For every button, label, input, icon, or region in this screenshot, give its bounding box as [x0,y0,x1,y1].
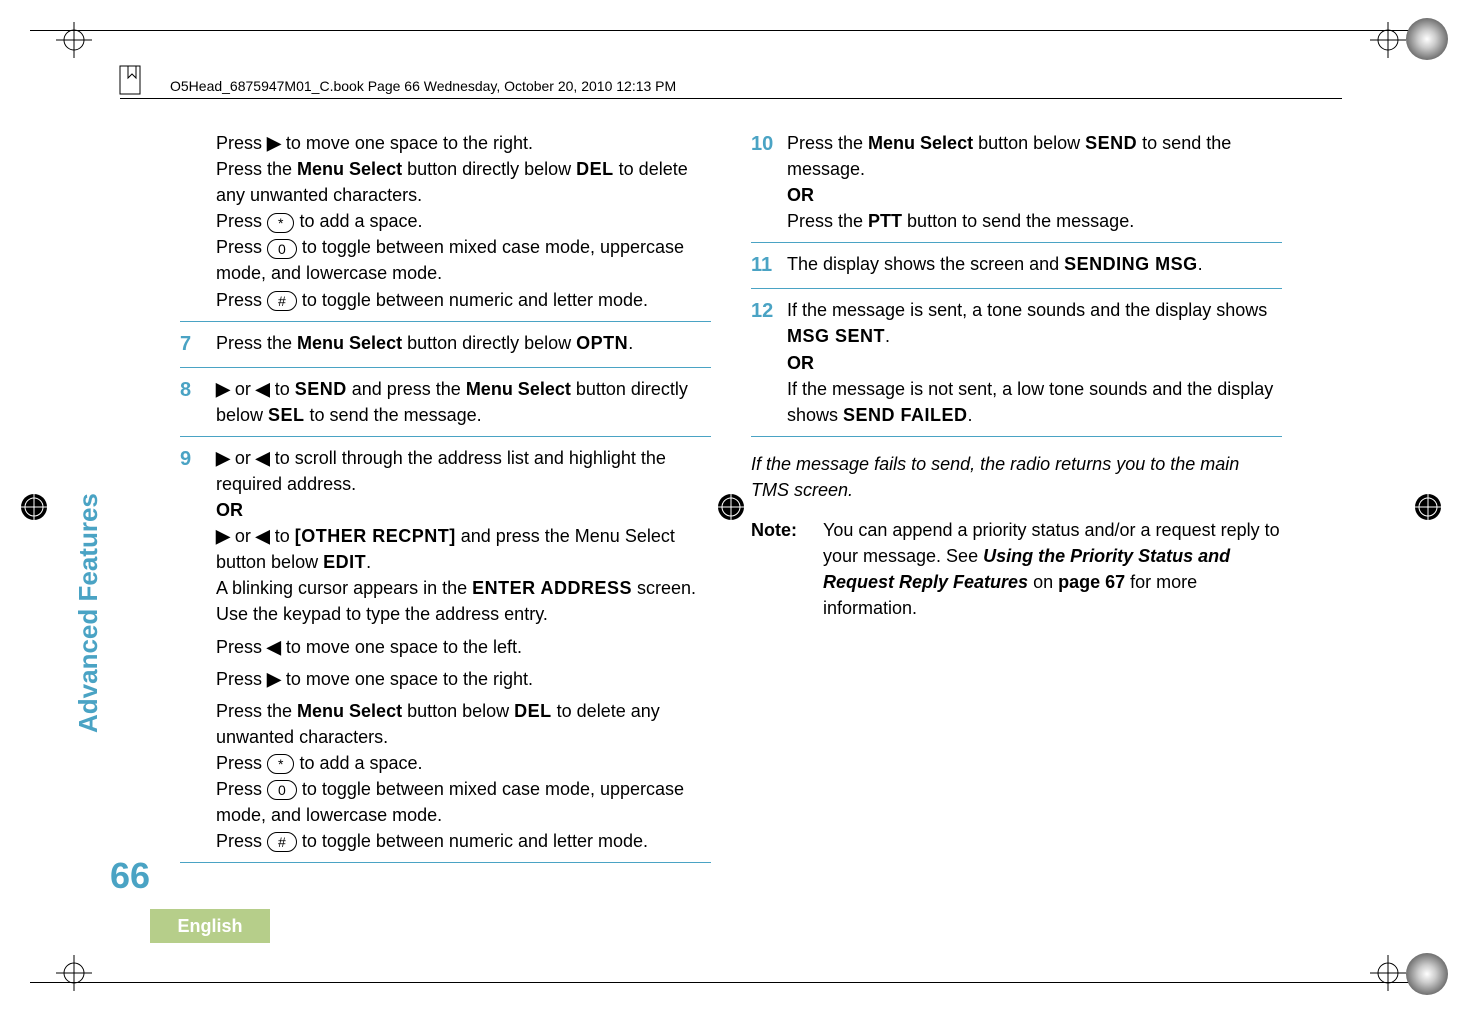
or-label: OR [787,350,1282,376]
left-column: Press ▶ to move one space to the right. … [180,130,711,883]
or-label: OR [787,182,1282,208]
header-rule [120,98,1342,99]
registration-mark-icon [1370,955,1406,991]
step-number: 10 [751,130,775,159]
step-number: 11 [751,251,775,280]
step-8: 8 ▶ or ◀ to SEND and press the Menu Sele… [180,376,711,437]
text-line: Press ▶ to move one space to the right. [216,666,711,692]
arrow-right-icon: ▶ [216,448,230,468]
step-number: 9 [180,445,204,474]
key-hash-icon: # [267,832,297,852]
header-filename: O5Head_6875947M01_C.book Page 66 Wednesd… [170,78,676,94]
text-line: Press 0 to toggle between mixed case mod… [216,234,711,286]
intro-block: Press ▶ to move one space to the right. … [180,130,711,322]
side-area: Advanced Features [104,390,160,893]
step-11: 11 The display shows the screen and SEND… [751,251,1282,289]
key-zero-icon: 0 [267,780,297,800]
text-line: Press ▶ to move one space to the right. [216,130,711,156]
text-line: Press * to add a space. [216,750,711,776]
arrow-left-icon: ◀ [256,379,270,399]
registration-mark-icon [16,489,52,525]
arrow-left-icon: ◀ [256,526,270,546]
text-line: Press # to toggle between numeric and le… [216,287,711,313]
calibration-circle-icon [1406,953,1448,995]
text-line: Press the Menu Select button directly be… [216,156,711,208]
step-9: 9 ▶ or ◀ to scroll through the address l… [180,445,711,863]
text-line: ▶ or ◀ to [OTHER RECPNT] and press the M… [216,523,711,575]
key-star-icon: * [267,213,294,233]
content-area: Press ▶ to move one space to the right. … [180,130,1282,883]
step-body: The display shows the screen and SENDING… [787,251,1282,277]
right-column: 10 Press the Menu Select button below SE… [751,130,1282,883]
note-block: Note: You can append a priority status a… [751,517,1282,621]
text-line: Press 0 to toggle between mixed case mod… [216,776,711,828]
text-line: A blinking cursor appears in the ENTER A… [216,575,711,601]
text-line: Press ◀ to move one space to the left. [216,634,711,660]
note-label: Note: [751,517,807,621]
text-line: ▶ or ◀ to scroll through the address lis… [216,445,711,497]
text-line: Press * to add a space. [216,208,711,234]
key-zero-icon: 0 [267,239,297,259]
key-hash-icon: # [267,291,297,311]
step-12: 12 If the message is sent, a tone sounds… [751,297,1282,436]
language-badge: English [150,909,270,943]
arrow-left-icon: ◀ [256,448,270,468]
registration-mark-icon [56,955,92,991]
note-body: You can append a priority status and/or … [823,517,1282,621]
arrow-right-icon: ▶ [267,669,281,689]
arrow-right-icon: ▶ [216,526,230,546]
arrow-right-icon: ▶ [267,133,281,153]
tail-paragraph: If the message fails to send, the radio … [751,451,1282,503]
key-star-icon: * [267,754,294,774]
text-line: If the message is not sent, a low tone s… [787,376,1282,428]
step-body: ▶ or ◀ to SEND and press the Menu Select… [216,376,711,428]
step-7: 7 Press the Menu Select button directly … [180,330,711,368]
step-number: 12 [751,297,775,326]
step-10: 10 Press the Menu Select button below SE… [751,130,1282,243]
registration-mark-icon [1410,489,1446,525]
registration-mark-icon [1370,22,1406,58]
arrow-left-icon: ◀ [267,637,281,657]
arrow-right-icon: ▶ [216,379,230,399]
page-number: 66 [110,855,150,897]
step-number: 7 [180,330,204,359]
text-line: Press # to toggle between numeric and le… [216,828,711,854]
section-label: Advanced Features [73,493,104,733]
registration-mark-icon [56,22,92,58]
step-body: Press the Menu Select button directly be… [216,330,711,356]
text-line: If the message is sent, a tone sounds an… [787,297,1282,349]
or-label: OR [216,497,711,523]
text-line: Press the Menu Select button below DEL t… [216,698,711,750]
step-body: If the message is sent, a tone sounds an… [787,297,1282,427]
step-body: Press the Menu Select button below SEND … [787,130,1282,234]
text-line: Use the keypad to type the address entry… [216,601,711,627]
text-line: Press the PTT button to send the message… [787,208,1282,234]
text-line: Press the Menu Select button below SEND … [787,130,1282,182]
step-body: ▶ or ◀ to scroll through the address lis… [216,445,711,854]
bookmark-icon [118,64,146,96]
step-number: 8 [180,376,204,405]
calibration-circle-icon [1406,18,1448,60]
